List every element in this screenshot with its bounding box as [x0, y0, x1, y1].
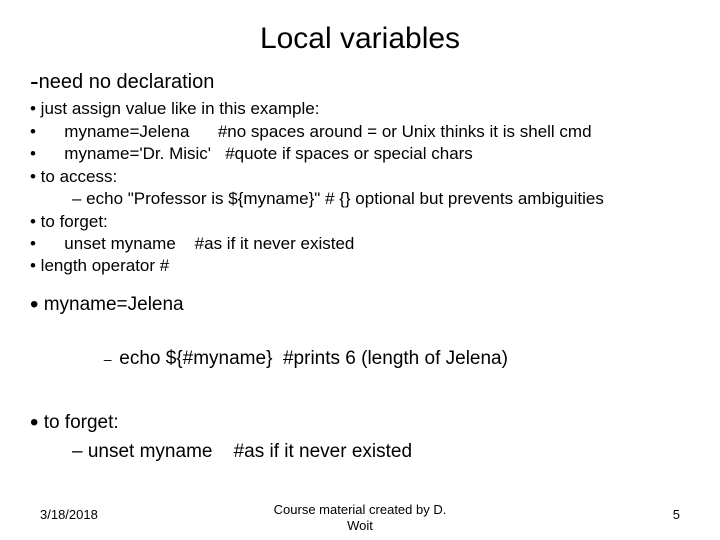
dash-small-icon: –: [104, 351, 120, 367]
bullet-icon: •: [30, 409, 38, 436]
slide: Local variables -need no declaration • j…: [0, 0, 720, 540]
section-text: to forget:: [44, 412, 119, 433]
section-myname: • myname=Jelena: [30, 292, 690, 317]
sub-bullet-line: – echo ${#myname} #prints 6 (length of J…: [72, 321, 690, 396]
bullet-line: • just assign value like in this example…: [30, 98, 690, 120]
sub-bullet-line: – echo "Professor is ${myname}" # {} opt…: [72, 188, 690, 210]
lead-text: need no declaration: [39, 71, 215, 93]
credit-line1: Course material created by D.: [274, 502, 447, 517]
credit-line2: Woit: [347, 518, 373, 533]
bullet-line: • myname=Jelena #no spaces around = or U…: [30, 121, 690, 143]
bullet-line: • length operator #: [30, 255, 690, 277]
bullet-icon: •: [30, 291, 38, 318]
sub-bullet-line: – unset myname #as if it never existed: [72, 439, 690, 464]
section-forget: • to forget:: [30, 410, 690, 435]
dash-icon: -: [30, 66, 39, 96]
sub-text: echo ${#myname} #prints 6 (length of Jel…: [119, 348, 508, 369]
lead-line: -need no declaration: [30, 64, 690, 98]
slide-content: -need no declaration • just assign value…: [0, 64, 720, 464]
bullet-line: • to forget:: [30, 211, 690, 233]
footer-credit: Course material created by D. Woit: [0, 502, 720, 535]
bullet-line: • to access:: [30, 166, 690, 188]
footer-page-number: 5: [673, 507, 680, 522]
bullet-line: • myname='Dr. Misic' #quote if spaces or…: [30, 143, 690, 165]
slide-title: Local variables: [0, 0, 720, 64]
section-text: myname=Jelena: [44, 294, 184, 315]
bullet-line: • unset myname #as if it never existed: [30, 233, 690, 255]
